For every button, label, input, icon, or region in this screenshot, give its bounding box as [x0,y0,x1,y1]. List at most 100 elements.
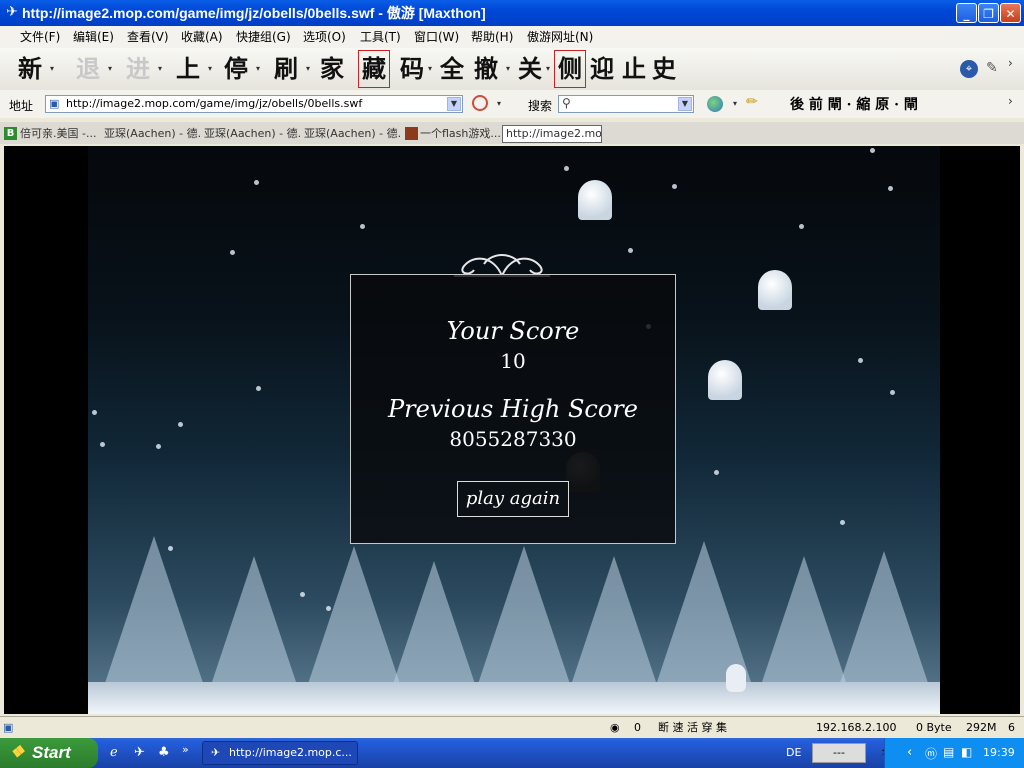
chevron-down-icon[interactable]: ▾ [50,64,54,73]
snowflake [870,148,875,153]
menu-favorites[interactable]: 收藏(A) [181,30,223,44]
maxthon-task-icon: ✈ [211,746,221,759]
play-again-button[interactable]: play again [457,481,569,517]
back-button[interactable]: 退 [74,53,102,85]
language-indicator[interactable]: DE [786,746,801,759]
tab-4[interactable]: 亚琛(Aachen) - 德... [304,125,400,143]
taskbar: ❖ Start ℯ ✈ ♣ » ✈ http://image2.mop.c...… [0,738,1024,768]
snowflake [178,422,183,427]
snowflake [230,250,235,255]
status-tool-icons[interactable]: 断 速 活 穿 集 [658,720,727,736]
system-tray: ‹ ⓜ ▤ ◧ 19:39 [884,738,1024,768]
tray-app-icon[interactable]: ⓜ [925,745,937,762]
chevron-down-icon[interactable]: ▾ [208,64,212,73]
chevron-down-icon[interactable]: ▾ [497,99,501,108]
flash-game-area[interactable]: Your Score 10 Previous High Score 805528… [4,146,1020,714]
start-button[interactable]: ❖ Start [0,738,98,768]
tray-input-box[interactable]: --- [812,743,866,763]
network-icon[interactable]: ▤ [943,745,954,759]
go-icon[interactable] [472,95,488,111]
page-nav-tools[interactable]: 後 前 閘 · 縮 原 · 閘 [790,94,918,114]
source-code-button[interactable]: 码 [398,53,426,85]
close-tab-button[interactable]: 关 [516,53,544,85]
chevron-down-icon[interactable]: ▾ [256,64,260,73]
bell-icon[interactable] [578,180,612,220]
tab-3[interactable]: 亚琛(Aachen) - 德... [204,125,300,143]
snow-ground [88,682,940,714]
search-label: 搜索 [528,99,553,113]
history-button[interactable]: 史 [650,53,678,85]
menu-tools[interactable]: 工具(T) [360,30,401,44]
close-button[interactable]: ✕ [1000,3,1021,23]
favorites-button[interactable]: 藏 [358,50,390,88]
chevron-left-icon[interactable]: ‹ [907,745,912,760]
snowflake [168,546,173,551]
highlighter-icon[interactable]: ✏ [746,94,758,110]
window-title: http://image2.mop.com/game/img/jz/obells… [22,5,486,21]
search-input[interactable]: ⚲ [558,95,694,113]
tab-6-active[interactable]: http://image2.mop... [502,125,602,143]
menu-window[interactable]: 窗口(W) [414,30,459,44]
chevron-down-icon[interactable]: ▾ [546,64,550,73]
snowflake [100,442,105,447]
block-button[interactable]: 止 [620,53,648,85]
fullscreen-button[interactable]: 全 [438,53,466,85]
search-icon: ⚲ [562,96,571,110]
address-dropdown-button[interactable]: ▼ [447,97,461,111]
blocked-count: 0 [634,721,641,734]
quicklaunch-icon[interactable]: ♣ [158,745,170,760]
sidebar-button[interactable]: 侧 [554,50,586,88]
ip-address: 192.168.2.100 [816,721,897,734]
tray-app-icon[interactable]: ◧ [961,745,972,759]
status-bar: ▣ ◉ 0 断 速 活 穿 集 192.168.2.100 0 Byte 292… [0,716,1024,738]
home-button[interactable]: 家 [318,53,346,85]
safari-compass-icon[interactable]: ⌖ [960,60,978,78]
restore-button[interactable]: ❐ [978,3,999,23]
bell-icon[interactable] [708,360,742,400]
quicklaunch-icon[interactable]: ✈ [134,745,145,760]
welcome-button[interactable]: 迎 [588,53,616,85]
menu-maxthon-urls[interactable]: 傲游网址(N) [527,30,593,44]
menu-edit[interactable]: 编辑(E) [73,30,114,44]
your-score-label: Your Score [446,317,580,345]
bell-icon[interactable] [758,270,792,310]
chevron-down-icon[interactable]: ▾ [733,99,737,108]
address-field[interactable]: ▣ http://image2.mop.com/game/img/jz/obel… [45,95,463,113]
menu-view[interactable]: 查看(V) [127,30,169,44]
snowflake [888,186,893,191]
data-bytes: 0 Byte [916,721,952,734]
undo-close-button[interactable]: 撤 [472,53,500,85]
menu-groups[interactable]: 快捷组(G) [236,30,291,44]
chevron-down-icon[interactable]: ▾ [428,64,432,73]
tab-2[interactable]: 亚琛(Aachen) - 德... [104,125,200,143]
menu-bar: 文件(F) 编辑(E) 查看(V) 收藏(A) 快捷组(G) 选项(O) 工具(… [0,26,1024,48]
chevron-right-icon[interactable]: › [1008,56,1013,70]
chevron-down-icon[interactable]: ▾ [108,64,112,73]
page-status-icon: ▣ [3,721,14,734]
menu-file[interactable]: 文件(F) [20,30,60,44]
search-dropdown-button[interactable]: ▼ [678,97,692,111]
chevron-down-icon[interactable]: ▾ [158,64,162,73]
chevron-right-icon[interactable]: › [1008,94,1013,108]
tab-1[interactable]: 倍可亲.美国 -... [20,125,100,143]
globe-icon[interactable] [707,96,723,112]
mouse-gesture-icon[interactable]: ✎ [986,60,998,76]
new-tab-button[interactable]: 新 [16,53,44,85]
stop-button[interactable]: 停 [222,53,250,85]
chevron-right-icon[interactable]: » [182,743,189,756]
menu-help[interactable]: 帮助(H) [471,30,513,44]
forward-button[interactable]: 进 [124,53,152,85]
snowy-tree [474,546,574,696]
chevron-down-icon[interactable]: ▾ [306,64,310,73]
clock: 19:39 [983,746,1015,759]
memory-usage: 292M [966,721,997,734]
popup-blocker-icon[interactable]: ◉ [610,720,620,736]
ie-quicklaunch-icon[interactable]: ℯ [110,745,118,760]
tab-5[interactable]: 一个flash游戏... [420,125,500,143]
minimize-button[interactable]: _ [956,3,977,23]
menu-options[interactable]: 选项(O) [303,30,346,44]
refresh-button[interactable]: 刷 [272,53,300,85]
chevron-down-icon[interactable]: ▾ [506,64,510,73]
taskbar-window-button[interactable]: ✈ http://image2.mop.c... [202,741,358,765]
up-button[interactable]: 上 [174,53,202,85]
